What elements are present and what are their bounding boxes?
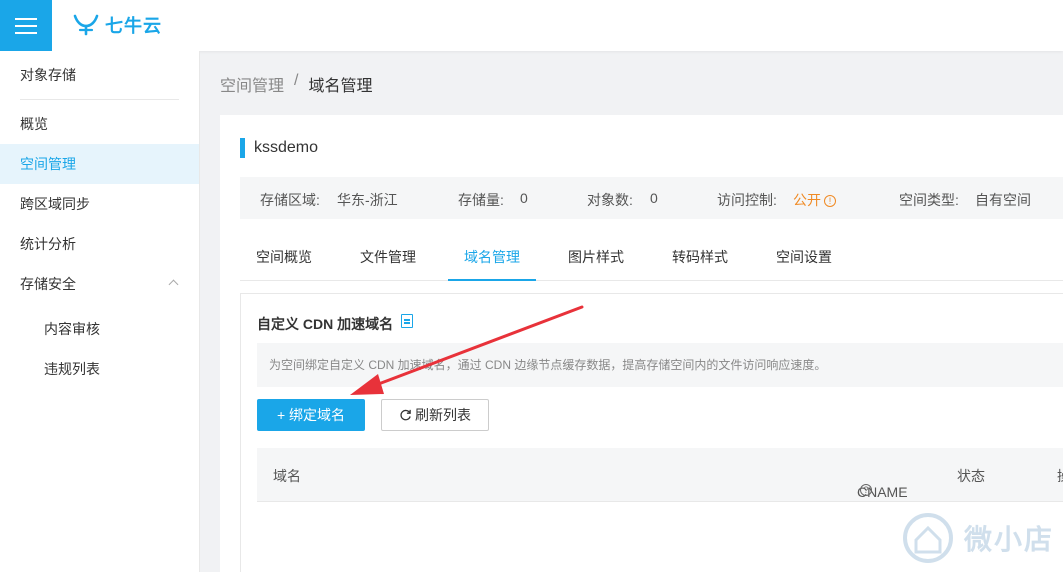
sidebar-item-overview[interactable]: 概览 (0, 104, 199, 144)
storage-value: 0 (520, 190, 528, 206)
sidebar-item-content-review[interactable]: 内容审核 (0, 309, 199, 349)
storage-label: 存储量: (458, 192, 504, 208)
region-value: 华东-浙江 (337, 192, 398, 208)
menu-icon[interactable] (0, 0, 52, 51)
breadcrumb-separator: / (294, 72, 299, 89)
brand-name: 七牛云 (105, 16, 162, 36)
shop-logo-icon (903, 513, 953, 563)
access-label: 访问控制: (717, 192, 777, 208)
breadcrumb-current: 域名管理 (308, 78, 373, 95)
sidebar-item-statistics[interactable]: 统计分析 (0, 224, 199, 264)
tab-domain-management[interactable]: 域名管理 (448, 235, 536, 281)
bucket-info-bar: 存储区域: 华东-浙江 存储量: 0 对象数: 0 访问控制: 公开! 空间类型… (240, 177, 1063, 219)
sidebar-item-violation-list[interactable]: 违规列表 (0, 349, 199, 389)
sidebar: 对象存储 概览 空间管理 跨区域同步 统计分析 存储安全 内容审核 违规列表 (0, 51, 200, 572)
help-icon[interactable]: ? (860, 484, 872, 496)
column-domain: 域名 (273, 468, 301, 484)
refresh-button-label: 刷新列表 (415, 407, 471, 423)
sidebar-item-cross-region-sync[interactable]: 跨区域同步 (0, 184, 199, 224)
access-control[interactable]: 公开! (793, 190, 836, 210)
sidebar-title[interactable]: 对象存储 (0, 51, 199, 99)
bucket-name: kssdemo (254, 139, 319, 156)
column-status: 状态 (957, 468, 985, 484)
tab-image-styles[interactable]: 图片样式 (552, 235, 640, 281)
objects-value: 0 (650, 190, 658, 206)
title-accent-bar (240, 138, 245, 158)
top-bar: 七牛云 (0, 0, 1063, 51)
objects-label: 对象数: (587, 192, 633, 208)
sidebar-item-label: 存储安全 (20, 276, 76, 292)
type-label: 空间类型: (899, 192, 959, 208)
tab-bucket-settings[interactable]: 空间设置 (760, 235, 848, 281)
tab-transcode-styles[interactable]: 转码样式 (656, 235, 744, 281)
bind-domain-button[interactable]: + 绑定域名 (257, 399, 365, 431)
qiniu-logo-icon (73, 14, 99, 36)
access-value: 公开 (793, 192, 821, 208)
refresh-icon (400, 409, 411, 421)
bucket-card: kssdemo 存储区域: 华东-浙江 存储量: 0 对象数: 0 访问控制: … (220, 115, 1063, 572)
type-value: 自有空间 (975, 192, 1031, 208)
domain-table-header: 域名 CNAME? 状态 操 (257, 448, 1063, 502)
breadcrumb-parent[interactable]: 空间管理 (220, 72, 284, 96)
watermark: 微小店 (900, 512, 1054, 564)
column-actions: 操 (1057, 466, 1063, 486)
brand-logo[interactable]: 七牛云 (73, 12, 162, 38)
tab-bar: 空间概览 文件管理 域名管理 图片样式 转码样式 空间设置 (240, 235, 1063, 281)
tab-bucket-overview[interactable]: 空间概览 (240, 235, 328, 281)
tab-file-management[interactable]: 文件管理 (344, 235, 432, 281)
refresh-list-button[interactable]: 刷新列表 (381, 399, 489, 431)
info-icon: ! (824, 195, 836, 207)
document-icon[interactable] (401, 314, 413, 328)
chevron-up-icon (168, 279, 179, 290)
breadcrumb: 空间管理 / 域名管理 (220, 72, 372, 96)
sidebar-item-storage-security[interactable]: 存储安全 (0, 264, 199, 304)
panel-description: 为空间绑定自定义 CDN 加速域名，通过 CDN 边缘节点缓存数据，提高存储空间… (257, 343, 1063, 387)
sidebar-item-bucket-management[interactable]: 空间管理 (0, 144, 199, 184)
panel-title: 自定义 CDN 加速域名 (257, 316, 394, 332)
watermark-text: 微小店 (964, 524, 1055, 555)
region-label: 存储区域: (260, 192, 320, 208)
